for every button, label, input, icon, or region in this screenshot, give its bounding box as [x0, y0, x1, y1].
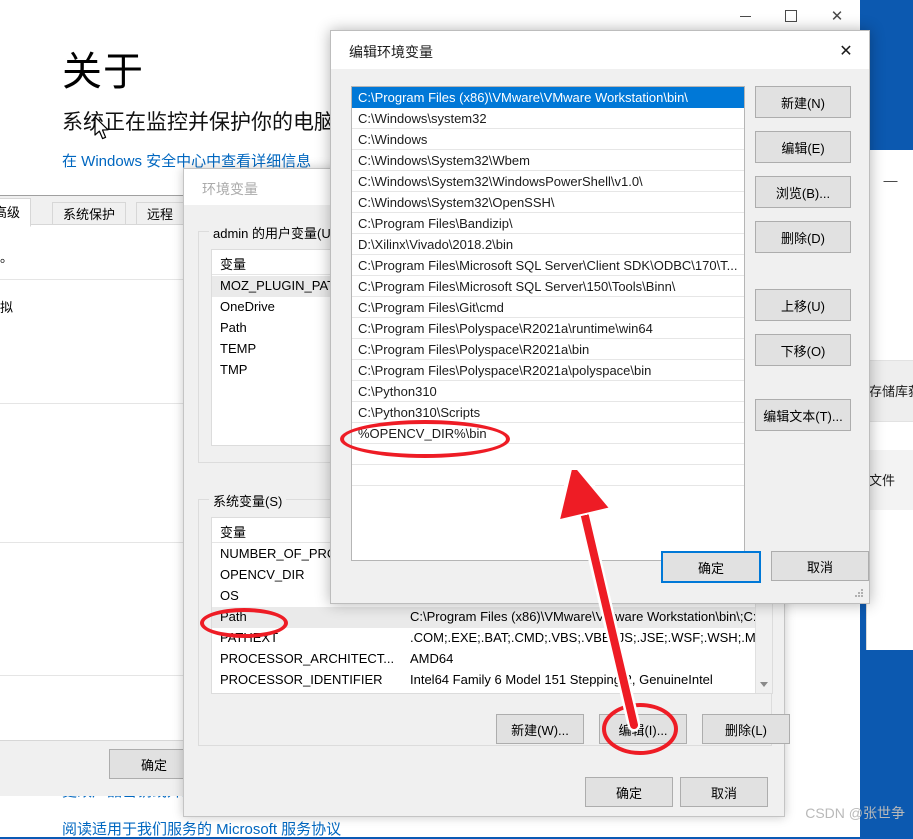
- edit-text-button[interactable]: 编辑文本(T)...: [755, 399, 851, 431]
- tab-remote[interactable]: 远程: [136, 202, 185, 226]
- system-var-value: AMD64: [410, 651, 454, 666]
- performance-description: 处理器计划，内存使用，以及虚拟: [0, 300, 14, 315]
- edit-environment-variable-dialog: 编辑环境变量 ✕ C:\Program Files (x86)\VMware\V…: [330, 30, 870, 604]
- link-services-agreement[interactable]: 阅读适用于我们服务的 Microsoft 服务协议: [62, 818, 341, 839]
- tab-system-protection[interactable]: 系统保护: [52, 202, 127, 226]
- list-item[interactable]: D:\Xilinx\Vivado\2018.2\bin: [352, 234, 744, 255]
- env-vars-ok-button[interactable]: 确定: [585, 777, 673, 807]
- list-item[interactable]: C:\Program Files (x86)\VMware\VMware Wor…: [352, 87, 744, 108]
- settings-caption-buttons: ✕: [722, 0, 860, 32]
- list-item[interactable]: C:\Windows\System32\WindowsPowerShell\v1…: [352, 171, 744, 192]
- list-item[interactable]: C:\Program Files\Polyspace\R2021a\runtim…: [352, 318, 744, 339]
- settings-titlebar: ✕: [0, 0, 860, 32]
- list-item[interactable]: C:\Windows: [352, 129, 744, 150]
- user-var-name: OneDrive: [220, 299, 275, 314]
- list-item[interactable]: C:\Program Files\Git\cmd: [352, 297, 744, 318]
- edit-env-ok-button[interactable]: 确定: [661, 551, 761, 583]
- table-row[interactable]: Path C:\Program Files (x86)\VMware\VMwar…: [212, 607, 772, 628]
- edit-system-variable-button[interactable]: 编辑(I)...: [599, 714, 687, 744]
- user-var-name: TEMP: [220, 341, 257, 356]
- list-item[interactable]: C:\Program Files\Microsoft SQL Server\15…: [352, 276, 744, 297]
- system-var-name: OPENCV_DIR: [220, 567, 305, 582]
- system-var-value: C:\Program Files (x86)\VMware\VMware Wor…: [410, 609, 771, 624]
- move-down-button[interactable]: 下移(O): [755, 334, 851, 366]
- list-item[interactable]: C:\Windows\System32\Wbem: [352, 150, 744, 171]
- list-item[interactable]: C:\Windows\system32: [352, 108, 744, 129]
- minimize-icon[interactable]: [722, 0, 768, 32]
- list-item[interactable]: C:\Program Files\Microsoft SQL Server\Cl…: [352, 255, 744, 276]
- taskbar-sliver: [867, 831, 913, 837]
- list-item[interactable]: [352, 465, 744, 486]
- move-up-button[interactable]: 上移(U): [755, 289, 851, 321]
- env-vars-cancel-button[interactable]: 取消: [680, 777, 768, 807]
- system-col-variable: 变量: [220, 525, 247, 540]
- background-window-section-repository-label: 存储库获: [869, 384, 913, 399]
- system-var-value: Intel64 Family 6 Model 151 Stepping 2, G…: [410, 672, 713, 687]
- browse-path-button[interactable]: 浏览(B)...: [755, 176, 851, 208]
- background-window-section-files-label: 文件: [869, 473, 896, 488]
- edit-env-cancel-button[interactable]: 取消: [771, 551, 869, 581]
- chevron-down-icon[interactable]: [760, 682, 768, 687]
- background-window-section-files: 文件: [867, 450, 913, 510]
- table-row[interactable]: PROCESSOR_IDENTIFIER Intel64 Family 6 Mo…: [212, 670, 772, 691]
- system-var-name: PROCESSOR_IDENTIFIER: [220, 672, 383, 687]
- table-row[interactable]: PATHEXT .COM;.EXE;.BAT;.CMD;.VBS;.VBE;.J…: [212, 628, 772, 649]
- list-item[interactable]: C:\Python310\Scripts: [352, 402, 744, 423]
- system-variables-group-label: 系统变量(S): [209, 491, 287, 510]
- user-var-name: MOZ_PLUGIN_PATH: [220, 278, 345, 293]
- new-system-variable-button[interactable]: 新建(W)...: [496, 714, 584, 744]
- background-right-window[interactable]: — 存储库获 文件: [866, 150, 913, 650]
- watermark: CSDN @张世争: [805, 805, 905, 821]
- system-var-value: .COM;.EXE;.BAT;.CMD;.VBS;.VBE;.JS;.JSE;.…: [410, 630, 773, 645]
- resize-grip[interactable]: [854, 589, 864, 599]
- delete-path-button[interactable]: 删除(D): [755, 221, 851, 253]
- edit-env-titlebar: 编辑环境变量 ✕: [331, 31, 869, 69]
- user-var-name: Path: [220, 320, 247, 335]
- user-variables-group-label: admin 的用户变量(U): [209, 223, 340, 242]
- system-var-name: PATHEXT: [220, 630, 279, 645]
- edit-path-button[interactable]: 编辑(E): [755, 131, 851, 163]
- edit-env-title: 编辑环境变量: [349, 44, 433, 60]
- environment-variables-title: 环境变量: [202, 181, 258, 197]
- list-item-opencv[interactable]: %OPENCV_DIR%\bin: [352, 423, 744, 444]
- table-row[interactable]: PROCESSOR_ARCHITECT... AMD64: [212, 649, 772, 670]
- list-item[interactable]: C:\Python310: [352, 381, 744, 402]
- new-path-button[interactable]: 新建(N): [755, 86, 851, 118]
- close-icon[interactable]: ✕: [814, 0, 860, 32]
- page-title: 关于: [62, 50, 144, 94]
- background-window-section-repository: 存储库获: [867, 360, 913, 422]
- maximize-icon[interactable]: [768, 0, 814, 32]
- tab-advanced[interactable]: 高级: [0, 198, 32, 227]
- system-var-name: OS: [220, 588, 239, 603]
- delete-system-variable-button[interactable]: 删除(L): [702, 714, 790, 744]
- admin-note: 改更改，你必须作为管理员登录。: [0, 250, 14, 265]
- user-var-name: TMP: [220, 362, 248, 377]
- list-item[interactable]: C:\Program Files\Bandizip\: [352, 213, 744, 234]
- system-var-name: PROCESSOR_ARCHITECT...: [220, 651, 395, 666]
- page-subtitle: 系统正在监控并保护你的电脑。: [62, 111, 356, 134]
- system-var-name: Path: [220, 609, 247, 624]
- close-icon[interactable]: ✕: [823, 31, 869, 69]
- list-item[interactable]: C:\Windows\System32\OpenSSH\: [352, 192, 744, 213]
- list-item[interactable]: C:\Program Files\Polyspace\R2021a\polysp…: [352, 360, 744, 381]
- list-item[interactable]: [352, 444, 744, 465]
- list-item[interactable]: C:\Program Files\Polyspace\R2021a\bin: [352, 339, 744, 360]
- background-window-minimize-button[interactable]: —: [867, 166, 913, 194]
- path-entries-list[interactable]: C:\Program Files (x86)\VMware\VMware Wor…: [351, 86, 745, 561]
- user-col-variable: 变量: [220, 257, 247, 272]
